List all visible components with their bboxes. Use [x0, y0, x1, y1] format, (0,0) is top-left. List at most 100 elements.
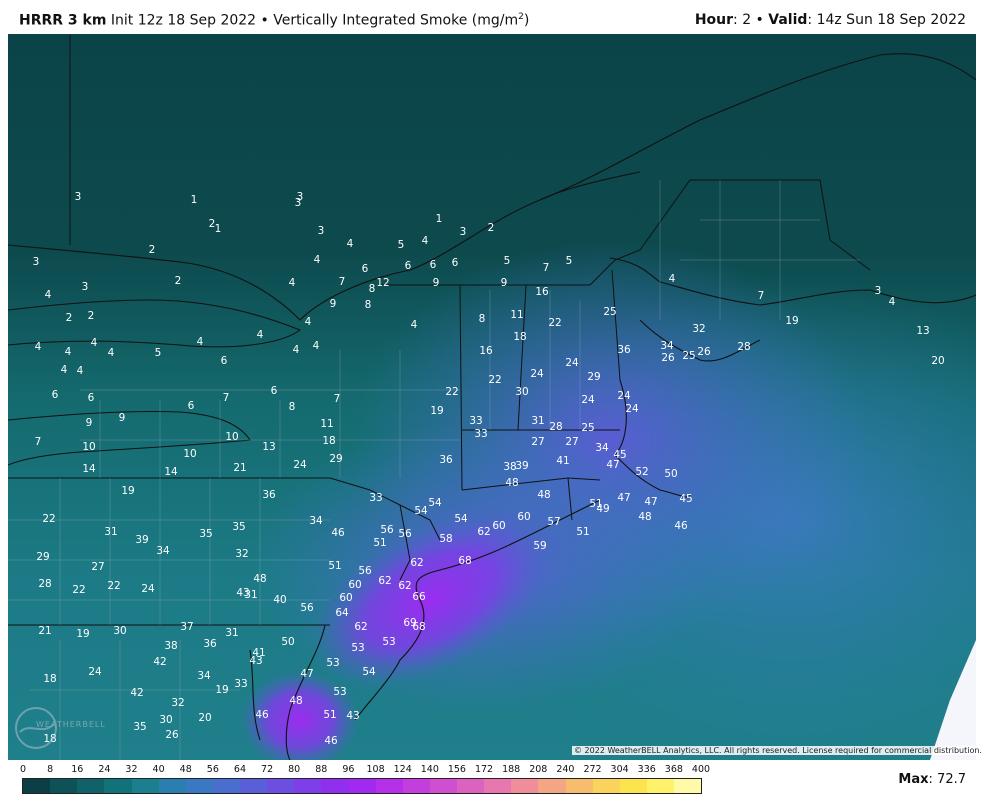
smoke-value-label: 13	[916, 325, 929, 337]
smoke-value-label: 6	[271, 385, 278, 397]
smoke-value-label: 4	[422, 235, 429, 247]
smoke-value-label: 64	[335, 607, 349, 619]
smoke-value-label: 60	[348, 579, 361, 591]
smoke-value-label: 1	[436, 213, 443, 225]
colorbar-swatch	[429, 779, 457, 793]
smoke-value-label: 40	[273, 594, 286, 606]
colorbar-swatch	[511, 779, 539, 793]
smoke-value-label: 4	[305, 316, 312, 328]
smoke-value-label: 1	[191, 194, 198, 206]
smoke-value-label: 9	[119, 412, 126, 424]
smoke-value-label: 35	[199, 528, 212, 540]
smoke-value-label: 22	[445, 386, 458, 398]
init-description: Init 12z 18 Sep 2022 • Vertically Integr…	[106, 12, 519, 29]
smoke-value-label: 20	[931, 355, 944, 367]
smoke-value-label: 29	[329, 453, 342, 465]
smoke-value-label: 7	[223, 392, 230, 404]
smoke-value-label: 46	[331, 527, 345, 539]
colorbar-swatch	[375, 779, 403, 793]
colorbar-swatch	[23, 779, 51, 793]
smoke-value-label: 4	[77, 365, 84, 377]
smoke-value-label: 19	[121, 485, 134, 497]
smoke-value-label: 14	[164, 466, 178, 478]
smoke-value-label: 34	[660, 340, 674, 352]
smoke-value-label: 21	[233, 462, 246, 474]
model-name: HRRR 3 km	[19, 12, 107, 29]
colorbar-tick-label: 88	[315, 764, 328, 775]
smoke-value-label: 54	[414, 505, 428, 517]
valid-label: Valid	[768, 12, 808, 28]
smoke-value-label: 31	[104, 526, 117, 538]
smoke-value-label: 34	[156, 545, 170, 557]
smoke-value-label: 24	[565, 357, 579, 369]
colorbar-swatch	[484, 779, 512, 793]
smoke-value-label: 8	[365, 299, 372, 311]
smoke-value-label: 51	[323, 709, 336, 721]
smoke-value-label: 8	[369, 283, 376, 295]
smoke-value-label: 6	[188, 400, 195, 412]
smoke-value-label: 53	[382, 636, 395, 648]
smoke-value-label: 26	[697, 346, 711, 358]
colorbar-tick-label: 0	[19, 764, 27, 775]
colorbar-swatch	[402, 779, 430, 793]
smoke-value-label: 39	[135, 534, 148, 546]
smoke-value-label: 5	[504, 255, 511, 267]
colorbar-swatch	[294, 779, 322, 793]
smoke-value-label: 10	[183, 448, 196, 460]
smoke-value-label: 52	[635, 466, 648, 478]
smoke-value-label: 4	[35, 341, 42, 353]
colorbar-swatch	[158, 779, 186, 793]
hour-value: : 2 •	[733, 12, 769, 28]
product-title: HRRR 3 km Init 12z 18 Sep 2022 • Vertica…	[19, 12, 529, 29]
smoke-value-label: 10	[82, 441, 95, 453]
smoke-value-label: 4	[347, 238, 354, 250]
smoke-value-label: 48	[537, 489, 550, 501]
smoke-value-label: 33	[369, 492, 382, 504]
smoke-value-label: 39	[515, 460, 528, 472]
smoke-value-label: 35	[232, 521, 245, 533]
smoke-value-label: 22	[548, 317, 561, 329]
smoke-value-label: 27	[565, 436, 578, 448]
colorbar-ticks: 0 8 16 24 32 40 48 56 64 72 80 88 96 108 124 140 156 172 1…	[0, 764, 984, 776]
smoke-value-label: 7	[758, 290, 765, 302]
smoke-value-label: 37	[180, 621, 193, 633]
smoke-value-label: 28	[549, 421, 562, 433]
colorbar-tick-label: 272	[583, 764, 602, 775]
smoke-value-label: 6	[52, 389, 59, 401]
smoke-value-label: 4	[411, 319, 418, 331]
smoke-value-label: 46	[674, 520, 688, 532]
smoke-value-label: 2	[149, 244, 156, 256]
smoke-value-label: 4	[669, 273, 676, 285]
smoke-value-label: 2	[175, 275, 182, 287]
smoke-value-label: 24	[625, 403, 639, 415]
smoke-value-label: 26	[661, 352, 675, 364]
smoke-value-label: 36	[262, 489, 276, 501]
smoke-value-label: 38	[164, 640, 177, 652]
smoke-value-label: 47	[617, 492, 630, 504]
smoke-value-label: 4	[257, 329, 264, 341]
smoke-value-label: 7	[543, 262, 550, 274]
smoke-value-label: 60	[492, 520, 505, 532]
smoke-value-label: 62	[477, 526, 490, 538]
smoke-value-label: 54	[362, 666, 376, 678]
smoke-value-label: 3	[875, 285, 882, 297]
smoke-value-label: 32	[235, 548, 248, 560]
smoke-value-label: 34	[595, 442, 609, 454]
smoke-value-label: 60	[339, 592, 352, 604]
colorbar-tick-label: 172	[474, 764, 494, 775]
smoke-value-label: 47	[606, 459, 619, 471]
colorbar-tick-label: 208	[529, 764, 548, 775]
smoke-value-label: 56	[398, 528, 412, 540]
smoke-value-label: 21	[38, 625, 51, 637]
smoke-value-label: 12	[376, 277, 389, 289]
smoke-value-label: 4	[65, 346, 72, 358]
smoke-value-label: 4	[293, 344, 300, 356]
smoke-value-label: 3	[75, 191, 82, 203]
smoke-value-label: 5	[566, 255, 573, 267]
smoke-value-label: 19	[215, 684, 228, 696]
colorbar-tick-label: 108	[366, 764, 385, 775]
smoke-value-label: 4	[889, 296, 896, 308]
smoke-value-label: 26	[165, 729, 179, 741]
map-canvas: 3 1 332 1 313 22 4 5 43246 6 6 6 57543 4 7 12 9 98 1647 342…	[8, 34, 976, 760]
smoke-value-label: 54	[428, 497, 442, 509]
